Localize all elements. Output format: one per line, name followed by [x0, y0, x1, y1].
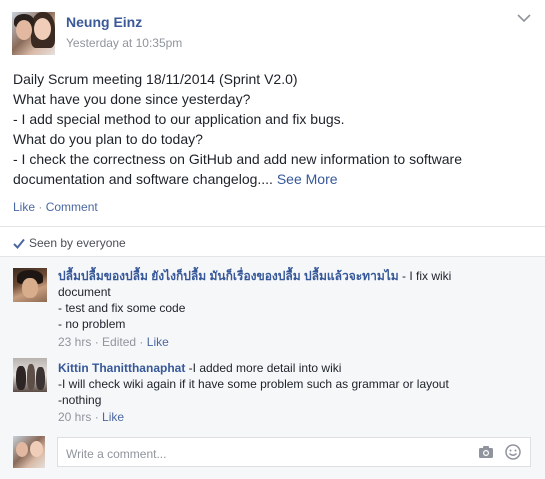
seen-by-text: Seen by everyone [29, 236, 126, 250]
post-line: Daily Scrum meeting 18/11/2014 (Sprint V… [13, 71, 298, 87]
post-line-text: documentation and software changelog.... [13, 171, 273, 187]
commenter-avatar[interactable] [13, 268, 47, 302]
edited-label[interactable]: Edited [102, 335, 136, 349]
action-separator: · [38, 200, 43, 214]
comment-text: - I fix wiki [398, 269, 452, 283]
checkmark-icon [13, 238, 25, 249]
post-line: What have you done since yesterday? [13, 91, 251, 107]
comment-line: - no problem [58, 317, 126, 331]
post-timestamp[interactable]: Yesterday at 10:35pm [66, 36, 182, 50]
seen-by-indicator: Seen by everyone [13, 236, 126, 250]
comment-like-button[interactable]: Like [147, 335, 169, 349]
post-line-last: documentation and software changelog....… [13, 169, 533, 189]
comment-body: Kittin Thanitthanaphat -I added more det… [58, 360, 538, 408]
meta-separator: · [139, 335, 144, 349]
meta-separator: · [94, 410, 99, 424]
commenter-name[interactable]: Kittin Thanitthanaphat [58, 361, 185, 375]
comment-body: ปลื้มปลื้มของปลื้ม ยังไงก็ปลื้ม มันก็เรื… [58, 268, 538, 332]
comment-meta: 20 hrs · Like [58, 410, 124, 424]
comment-line: -I will check wiki again if it have some… [58, 377, 449, 391]
author-avatar[interactable] [12, 12, 55, 55]
comment-input[interactable] [64, 444, 448, 464]
smiley-icon[interactable] [505, 444, 521, 460]
comment-time[interactable]: 20 hrs [58, 410, 91, 424]
comment-time[interactable]: 23 hrs [58, 335, 91, 349]
post-actions: Like · Comment [13, 200, 98, 214]
commenter-name[interactable]: ปลื้มปลื้มของปลื้ม ยังไงก็ปลื้ม มันก็เรื… [58, 269, 399, 283]
post-body: Daily Scrum meeting 18/11/2014 (Sprint V… [13, 69, 533, 189]
current-user-avatar[interactable] [13, 436, 45, 468]
post-line: - I check the correctness on GitHub and … [13, 151, 463, 167]
comment-composer[interactable] [57, 437, 531, 467]
camera-icon[interactable] [478, 445, 494, 459]
divider [0, 256, 545, 257]
post-line: - I add special method to our applicatio… [13, 111, 345, 127]
comment-meta: 23 hrs · Edited · Like [58, 335, 169, 349]
post-card: Neung Einz Yesterday at 10:35pm Daily Sc… [0, 0, 545, 479]
commenter-avatar[interactable] [13, 358, 47, 392]
meta-separator: · [94, 335, 99, 349]
post-line: What do you plan to do today? [13, 131, 203, 147]
comment-line: - test and fix some code [58, 301, 186, 315]
comment-button[interactable]: Comment [46, 200, 98, 214]
see-more-link[interactable]: See More [277, 171, 338, 187]
comment-line: -nothing [58, 393, 102, 407]
post-author-name[interactable]: Neung Einz [66, 14, 142, 30]
comment-text: -I added more detail into wiki [185, 361, 342, 375]
comment-like-button[interactable]: Like [102, 410, 124, 424]
chevron-down-icon[interactable] [517, 13, 531, 23]
comment-line: document [58, 285, 111, 299]
like-button[interactable]: Like [13, 200, 35, 214]
divider [0, 226, 545, 227]
